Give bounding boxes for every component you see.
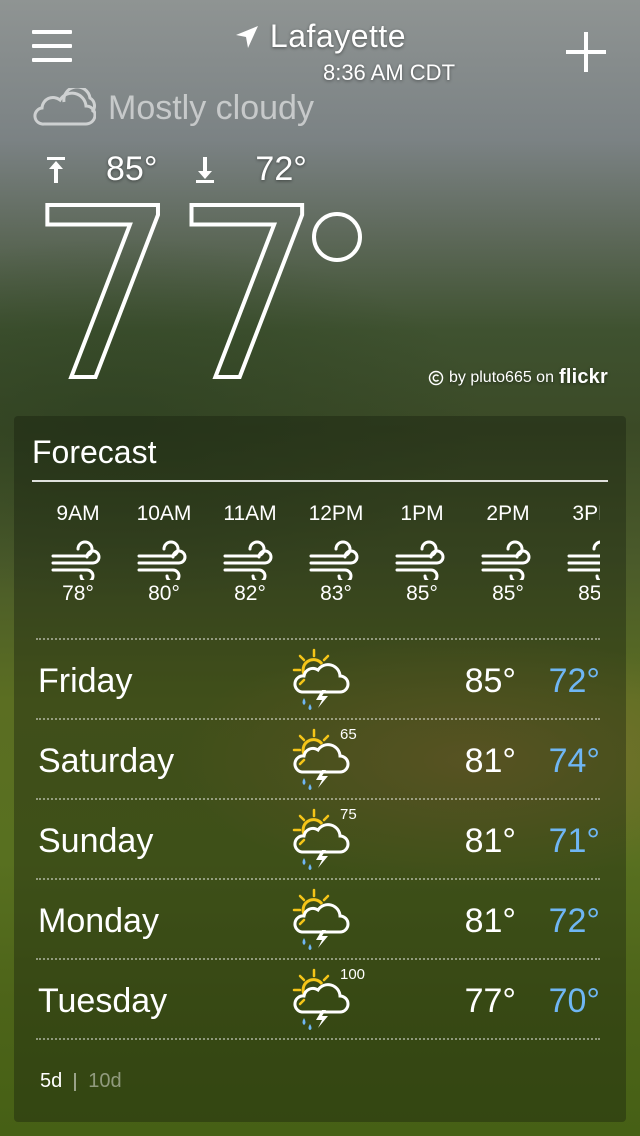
day-high: 81° [464, 902, 516, 940]
precip-chance: 100 [340, 966, 366, 983]
hour-label: 2PM [486, 502, 530, 525]
hour-label: 1PM [400, 502, 444, 525]
day-name: Friday [38, 662, 133, 700]
day-name: Monday [38, 902, 159, 940]
wind-icon [51, 540, 105, 584]
wind-icon [309, 540, 363, 584]
hourly-item: 12PM 83° [293, 502, 379, 606]
row-divider [36, 1038, 600, 1040]
hour-label: 12PM [308, 502, 364, 525]
hour-temp: 85° [578, 582, 600, 605]
day-row[interactable]: Tuesday 100 77° 70° [38, 960, 600, 1038]
hour-temp: 83° [320, 582, 352, 605]
wind-icon [567, 540, 600, 583]
hour-label: 11AM [223, 502, 277, 525]
hour-temp: 85° [492, 582, 524, 605]
hour-temp: 80° [148, 582, 180, 605]
wind-icon [223, 540, 277, 584]
day-name: Sunday [38, 822, 154, 860]
condition-text: Mostly cloudy [108, 88, 314, 127]
flickr-logo: flickr [558, 366, 608, 388]
cloud-icon [33, 88, 96, 126]
forecast-title: Forecast [32, 434, 157, 470]
hour-label: 3PM [572, 502, 600, 525]
hour-temp: 82° [234, 582, 266, 605]
day-low: 72° [548, 902, 600, 940]
day-name: Tuesday [38, 982, 168, 1020]
day-low: 74° [548, 742, 600, 780]
city-name[interactable]: Lafayette [270, 18, 406, 55]
degree-symbol [312, 212, 362, 262]
location-arrow-icon [235, 25, 258, 48]
current-condition: Mostly cloudy [30, 88, 314, 128]
location-header: Lafayette [0, 18, 640, 55]
precip-chance: 75 [340, 806, 357, 823]
day-row[interactable]: Friday 85° 72° [38, 640, 600, 718]
current-temperature: 77 [26, 158, 324, 433]
day-high: 81° [464, 742, 516, 780]
precip-chance: 65 [340, 726, 357, 743]
photo-credit[interactable]: by pluto665 on flickr [428, 366, 608, 389]
hourly-item: 2PM 85° [465, 502, 551, 606]
local-time: 8:36 AM CDT [322, 60, 456, 85]
day-low: 72° [548, 662, 600, 700]
plus-icon[interactable] [566, 32, 606, 72]
day-high: 81° [464, 822, 516, 860]
thunderstorm-icon [288, 646, 352, 710]
forecast-divider [32, 480, 608, 482]
day-low: 70° [548, 982, 600, 1020]
wind-icon [137, 540, 191, 584]
day-low: 71° [548, 822, 600, 860]
copyright-icon [428, 370, 444, 385]
day-name: Saturday [38, 742, 175, 780]
hour-label: 9AM [56, 502, 100, 525]
hourly-forecast[interactable]: 9AM 78° 10AM 80° 11AM 82° 12PM 83° 1PM 85° 2PM 85° 3… [34, 502, 600, 630]
hour-label: 10AM [136, 502, 192, 525]
day-row[interactable]: Monday 81° 72° [38, 880, 600, 958]
hourly-item: 10AM 80° [121, 502, 207, 606]
wind-icon [481, 540, 535, 584]
day-row[interactable]: Sunday 75 81° 71° [38, 800, 600, 878]
hourly-item: 1PM 85° [379, 502, 465, 606]
thunderstorm-icon [288, 886, 352, 950]
range-5d-button[interactable]: 5d [40, 1070, 62, 1093]
hourly-item: 3PM 85° [551, 502, 600, 606]
hour-temp: 78° [62, 582, 94, 605]
day-high: 77° [464, 982, 516, 1020]
range-separator [74, 1072, 77, 1091]
range-10d-button[interactable]: 10d [88, 1070, 121, 1093]
hourly-item: 9AM 78° [35, 502, 121, 606]
day-row[interactable]: Saturday 65 81° 74° [38, 720, 600, 798]
day-high: 85° [464, 662, 516, 700]
wind-icon [395, 540, 449, 584]
hour-temp: 85° [406, 582, 438, 605]
credit-text: by pluto665 on [449, 368, 554, 386]
range-toggle: 5d 10d [40, 1070, 122, 1093]
hourly-item: 11AM 82° [207, 502, 293, 606]
